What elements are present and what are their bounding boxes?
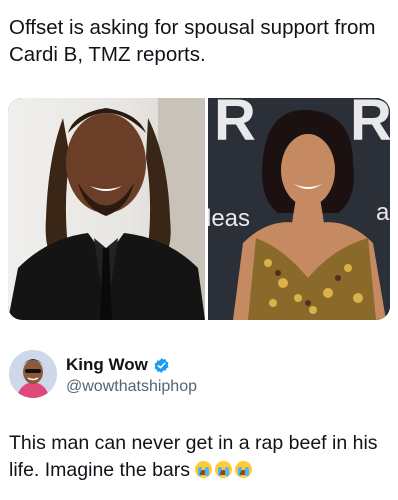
author-handle[interactable]: @wowthatshiphop [66,378,197,396]
headline-text: Offset is asking for spousal support fro… [9,16,376,66]
name-row: King Wow [66,355,170,375]
svg-text:R: R [214,98,256,153]
svg-text:a: a [376,199,390,226]
photo-grid[interactable]: R R leas a [8,98,390,320]
avatar[interactable] [9,350,57,398]
cartoon-avatar-icon [9,350,57,398]
verified-badge-icon [154,357,169,373]
photo-cardi[interactable]: R R leas a [208,98,390,320]
loudly-crying-face-icon [235,461,253,478]
author-block[interactable]: King Wow @wowthatshiphop [9,348,389,404]
display-name[interactable]: King Wow [66,355,148,375]
svg-text:leas: leas [208,205,250,232]
man-in-black-suit-photo [8,98,205,320]
svg-text:R: R [350,98,390,153]
tweet-text: This man can never get in a rap beef in … [9,430,394,484]
photo-offset[interactable] [8,98,205,320]
woman-in-sequin-dress-photo: R R leas a [208,98,390,320]
loudly-crying-face-icon [215,461,233,478]
tweet-body: This man can never get in a rap beef in … [9,432,378,481]
loudly-crying-face-icon [195,461,213,478]
